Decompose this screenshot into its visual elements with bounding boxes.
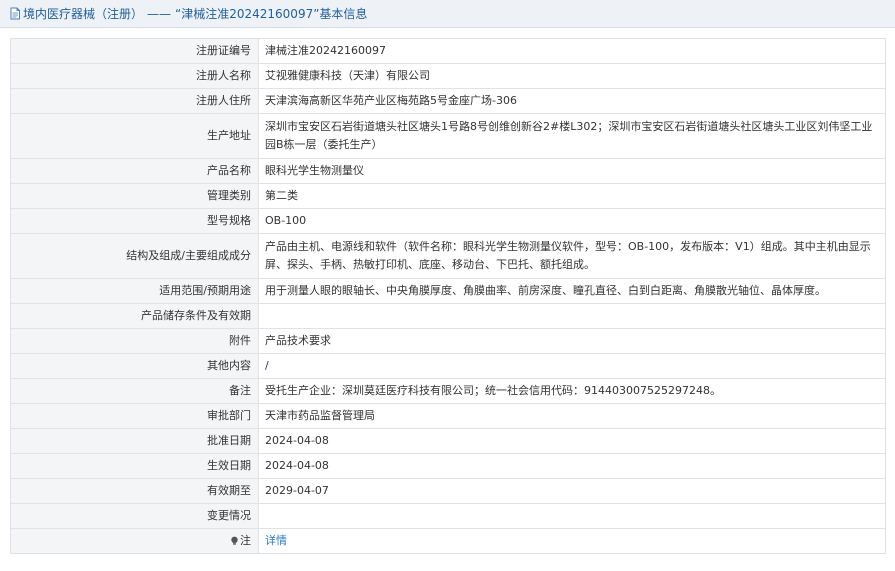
field-label: 生产地址	[10, 113, 259, 159]
field-label: 注册证编号	[10, 38, 259, 64]
table-row: 产品储存条件及有效期	[10, 303, 886, 329]
table-row: 其他内容 /	[10, 353, 886, 379]
field-label: 附件	[10, 328, 259, 354]
field-label: 有效期至	[10, 478, 259, 504]
field-label: 变更情况	[10, 503, 259, 529]
field-label: 结构及组成/主要组成成分	[10, 233, 259, 279]
field-label: 批准日期	[10, 428, 259, 454]
field-value: 天津滨海高新区华苑产业区梅苑路5号金座广场-306	[258, 88, 886, 114]
table-row: 变更情况	[10, 503, 886, 529]
field-value	[258, 303, 886, 329]
table-row: 适用范围/预期用途 用于测量人眼的眼轴长、中央角膜厚度、角膜曲率、前房深度、瞳孔…	[10, 278, 886, 304]
field-label: 管理类别	[10, 183, 259, 209]
field-label: 产品名称	[10, 158, 259, 184]
field-value: 深圳市宝安区石岩街道塘头社区塘头1号路8号创维创新谷2#楼L302；深圳市宝安区…	[258, 113, 886, 159]
table-row: 管理类别 第二类	[10, 183, 886, 209]
field-value: 天津市药品监督管理局	[258, 403, 886, 429]
table-row: 审批部门 天津市药品监督管理局	[10, 403, 886, 429]
field-value: OB-100	[258, 208, 886, 234]
field-value: 用于测量人眼的眼轴长、中央角膜厚度、角膜曲率、前房深度、瞳孔直径、白到白距离、角…	[258, 278, 886, 304]
field-value	[258, 503, 886, 529]
table-row: 型号规格 OB-100	[10, 208, 886, 234]
note-label: 注	[240, 534, 251, 547]
table-row: 有效期至 2029-04-07	[10, 478, 886, 504]
field-label: 注册人名称	[10, 63, 259, 89]
basic-info-table: 注册证编号 津械注准20242160097 注册人名称 艾视雅健康科技（天津）有…	[10, 38, 886, 554]
field-value: 津械注准20242160097	[258, 38, 886, 64]
field-label: 产品储存条件及有效期	[10, 303, 259, 329]
field-value: 2029-04-07	[258, 478, 886, 504]
field-label: 备注	[10, 378, 259, 404]
field-value: 艾视雅健康科技（天津）有限公司	[258, 63, 886, 89]
table-row: 备注 受托生产企业：深圳莫廷医疗科技有限公司；统一社会信用代码：91440300…	[10, 378, 886, 404]
field-value: 2024-04-08	[258, 428, 886, 454]
field-label: 审批部门	[10, 403, 259, 429]
table-row: 产品名称 眼科光学生物测量仪	[10, 158, 886, 184]
table-row: 生效日期 2024-04-08	[10, 453, 886, 479]
table-row: 批准日期 2024-04-08	[10, 428, 886, 454]
field-label: 生效日期	[10, 453, 259, 479]
table-row: 注册人名称 艾视雅健康科技（天津）有限公司	[10, 63, 886, 89]
field-label: 适用范围/预期用途	[10, 278, 259, 304]
field-value: 受托生产企业：深圳莫廷医疗科技有限公司；统一社会信用代码：91440300752…	[258, 378, 886, 404]
table-row: 注册证编号 津械注准20242160097	[10, 38, 886, 64]
table-row: 附件 产品技术要求	[10, 328, 886, 354]
field-label: 注册人住所	[10, 88, 259, 114]
field-value: 产品由主机、电源线和软件（软件名称：眼科光学生物测量仪软件，型号：OB-100，…	[258, 233, 886, 279]
field-value: 第二类	[258, 183, 886, 209]
details-link[interactable]: 详情	[265, 534, 287, 547]
field-label: 其他内容	[10, 353, 259, 379]
header-section: 境内医疗器械（注册）	[23, 7, 144, 21]
field-value: 2024-04-08	[258, 453, 886, 479]
document-icon	[9, 7, 21, 20]
note-label-cell: 注	[10, 528, 259, 554]
page-header: 境内医疗器械（注册） —— “津械注准20242160097”基本信息	[0, 0, 895, 28]
header-separator: ——	[147, 6, 172, 21]
bulb-icon	[230, 536, 239, 545]
header-record-title: “津械注准20242160097”基本信息	[175, 7, 368, 21]
field-value: 眼科光学生物测量仪	[258, 158, 886, 184]
field-label: 型号规格	[10, 208, 259, 234]
note-value: 详情	[258, 528, 886, 554]
field-value: 产品技术要求	[258, 328, 886, 354]
table-row: 生产地址 深圳市宝安区石岩街道塘头社区塘头1号路8号创维创新谷2#楼L302；深…	[10, 113, 886, 159]
field-value: /	[258, 353, 886, 379]
table-row: 结构及组成/主要组成成分 产品由主机、电源线和软件（软件名称：眼科光学生物测量仪…	[10, 233, 886, 279]
table-row: 注册人住所 天津滨海高新区华苑产业区梅苑路5号金座广场-306	[10, 88, 886, 114]
note-row: 注 详情	[10, 528, 886, 554]
